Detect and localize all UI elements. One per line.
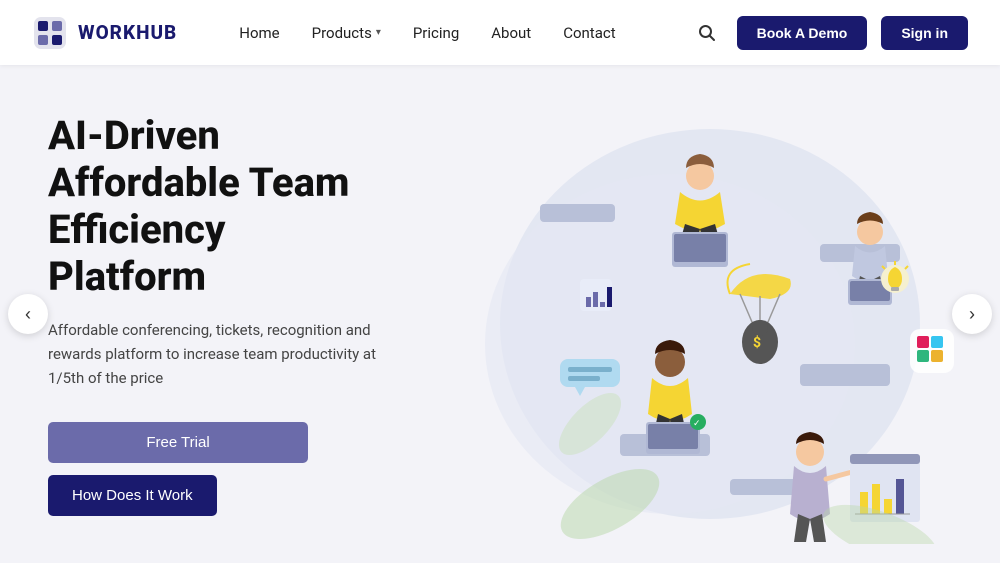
how-does-it-work-button[interactable]: How Does It Work [48, 475, 217, 516]
nav-item-products[interactable]: Products ▾ [298, 16, 395, 50]
nav-item-home[interactable]: Home [225, 16, 293, 50]
carousel-prev-button[interactable]: ‹ [8, 294, 48, 334]
search-icon [697, 23, 717, 43]
navbar-left: WORKHUB Home Products ▾ Pricing About Co… [32, 15, 630, 51]
hero-buttons: Free Trial How Does It Work [48, 422, 382, 516]
navbar-right: Book A Demo Sign in [691, 16, 968, 50]
free-trial-button[interactable]: Free Trial [48, 422, 308, 463]
svg-text:$: $ [753, 334, 761, 351]
nav-item-about[interactable]: About [477, 16, 545, 50]
logo-text: WORKHUB [78, 21, 177, 44]
nav-links: Home Products ▾ Pricing About Contact [225, 16, 629, 50]
book-demo-button[interactable]: Book A Demo [737, 16, 868, 50]
carousel-next-button[interactable]: › [952, 294, 992, 334]
logo-icon [32, 15, 68, 51]
logo[interactable]: WORKHUB [32, 15, 177, 51]
hero-content: AI-Driven Affordable Team Efficiency Pla… [0, 112, 430, 517]
signin-button[interactable]: Sign in [881, 16, 968, 50]
chevron-right-icon: › [969, 304, 975, 325]
hero-subtitle: Affordable conferencing, tickets, recogn… [48, 318, 382, 390]
hero-title: AI-Driven Affordable Team Efficiency Pla… [48, 112, 382, 301]
chevron-down-icon: ▾ [376, 27, 381, 38]
nav-item-pricing[interactable]: Pricing [399, 16, 473, 50]
svg-text:✓: ✓ [693, 419, 701, 429]
navbar: WORKHUB Home Products ▾ Pricing About Co… [0, 0, 1000, 65]
hero-section: ‹ AI-Driven Affordable Team Efficiency P… [0, 65, 1000, 563]
hero-illustration: ✓ [440, 84, 960, 544]
nav-item-contact[interactable]: Contact [549, 16, 629, 50]
chevron-left-icon: ‹ [25, 304, 31, 325]
illustration-svg: ✓ [440, 84, 960, 544]
search-button[interactable] [691, 17, 723, 49]
